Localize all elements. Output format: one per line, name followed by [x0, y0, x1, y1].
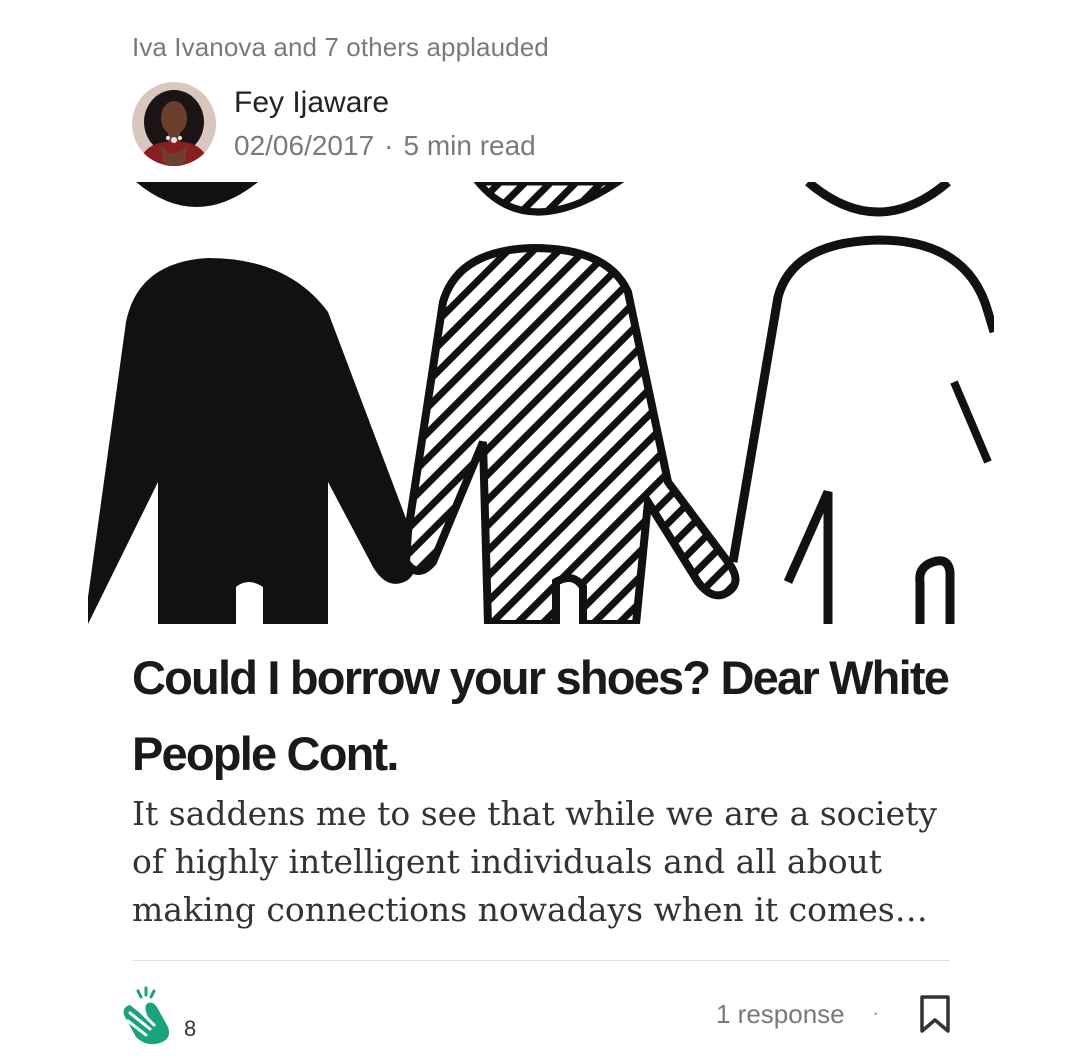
post-card[interactable]: Iva Ivanova and 7 others applauded Fey I…: [0, 0, 1080, 1060]
author-name[interactable]: Fey Ijaware: [234, 84, 536, 122]
applauded-by-text: Iva Ivanova and 7 others applauded: [132, 32, 549, 62]
read-time: 5 min read: [403, 130, 536, 161]
footer-divider: [132, 960, 950, 961]
clap-icon[interactable]: [116, 985, 178, 1050]
clap-count: 8: [184, 1015, 197, 1041]
bookmark-icon[interactable]: [918, 995, 952, 1038]
article-excerpt[interactable]: It saddens me to see that while we are a…: [132, 790, 952, 934]
author-meta: Fey Ijaware 02/06/2017 · 5 min read: [234, 84, 536, 166]
footer-separator: ·: [872, 1000, 880, 1025]
author-avatar[interactable]: [132, 82, 216, 166]
post-date: 02/06/2017: [234, 130, 375, 161]
meta-separator: ·: [384, 130, 394, 161]
responses-link[interactable]: 1 response: [716, 999, 845, 1030]
article-title[interactable]: Could I borrow your shoes? Dear White Pe…: [132, 640, 952, 792]
author-row: Fey Ijaware 02/06/2017 · 5 min read: [132, 82, 536, 166]
hero-image[interactable]: [88, 182, 994, 624]
bookmark-button[interactable]: [918, 994, 952, 1039]
post-meta: 02/06/2017 · 5 min read: [234, 126, 536, 166]
clap-button[interactable]: 8: [116, 985, 196, 1050]
